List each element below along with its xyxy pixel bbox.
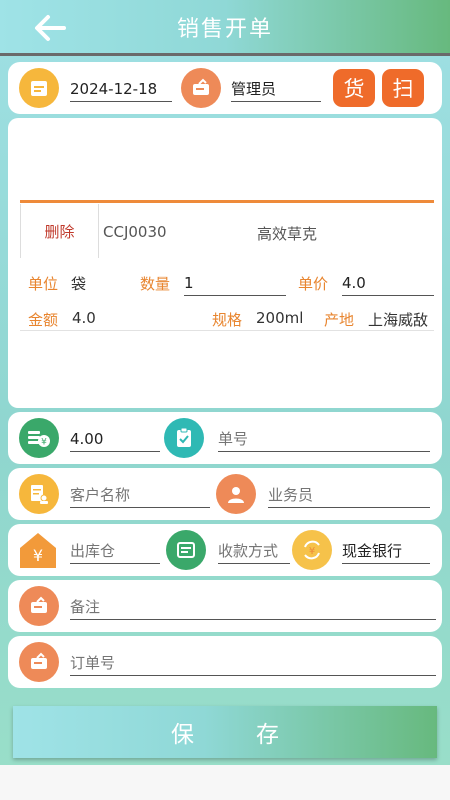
bottom-spacer bbox=[0, 765, 450, 800]
remark-icon bbox=[19, 586, 59, 626]
calendar-icon bbox=[19, 68, 59, 108]
spec-label: 规格 bbox=[212, 311, 243, 329]
unit-label: 单位 bbox=[28, 275, 59, 293]
warehouse-icon: ¥ bbox=[17, 530, 59, 570]
customer-icon bbox=[19, 474, 59, 514]
date-field[interactable]: 2024-12-18 bbox=[70, 76, 172, 102]
order-icon bbox=[19, 642, 59, 682]
svg-text:¥: ¥ bbox=[41, 438, 47, 448]
price-value: 4.0 bbox=[342, 274, 366, 292]
svg-text:¥: ¥ bbox=[309, 546, 315, 557]
spec-value: 200ml bbox=[256, 309, 304, 327]
salesman-input[interactable] bbox=[268, 482, 430, 508]
order-id-placeholder[interactable] bbox=[70, 654, 436, 672]
save-label: 保存 bbox=[171, 722, 341, 748]
salesman-icon bbox=[216, 474, 256, 514]
payment-method-icon bbox=[166, 530, 206, 570]
account-select[interactable]: 现金银行 bbox=[342, 538, 430, 564]
amount-value: 4.0 bbox=[72, 309, 96, 327]
quantity-input[interactable]: 1 bbox=[184, 270, 286, 296]
origin-value: 上海威敌 bbox=[368, 311, 429, 329]
quantity-label: 数量 bbox=[140, 275, 171, 293]
order-id-input[interactable] bbox=[70, 650, 436, 676]
remark-input[interactable] bbox=[70, 594, 436, 620]
operator-icon bbox=[181, 68, 221, 108]
item-name: 高效草克 bbox=[257, 225, 318, 243]
account-exchange-icon: ¥ bbox=[292, 530, 332, 570]
list-divider bbox=[20, 200, 434, 203]
customer-name-input[interactable] bbox=[70, 482, 210, 508]
order-card bbox=[8, 636, 442, 688]
origin-label: 产地 bbox=[324, 311, 355, 329]
money-icon: ¥ bbox=[19, 418, 59, 458]
total-card: ¥ 4.00 bbox=[8, 412, 442, 464]
account-value: 现金银行 bbox=[342, 542, 403, 560]
customer-card bbox=[8, 468, 442, 520]
price-label: 单价 bbox=[298, 275, 329, 293]
operator-value: 管理员 bbox=[231, 80, 277, 98]
header-info-card: 2024-12-18 管理员 货 扫 bbox=[8, 62, 442, 114]
order-number-input[interactable] bbox=[218, 426, 430, 452]
operator-field[interactable]: 管理员 bbox=[231, 76, 321, 102]
warehouse-input[interactable] bbox=[70, 538, 160, 564]
delete-button[interactable]: 删除 bbox=[21, 204, 99, 258]
date-value: 2024-12-18 bbox=[70, 80, 158, 98]
item-code: CCJ0030 bbox=[103, 223, 167, 241]
price-input[interactable]: 4.0 bbox=[342, 270, 434, 296]
remark-card bbox=[8, 580, 442, 632]
svg-text:¥: ¥ bbox=[33, 546, 43, 565]
arrow-left-icon bbox=[35, 15, 66, 41]
unit-value: 袋 bbox=[71, 275, 87, 293]
save-button[interactable]: 保存 bbox=[13, 706, 437, 758]
scan-button[interactable]: 扫 bbox=[382, 69, 424, 107]
payment-method-input[interactable] bbox=[218, 538, 290, 564]
salesman-placeholder[interactable] bbox=[268, 486, 430, 504]
detail-row: 金额 4.0 规格 200ml 产地 上海威敌 bbox=[20, 307, 434, 331]
amount-label: 金额 bbox=[28, 311, 59, 329]
order-number-placeholder[interactable] bbox=[218, 430, 430, 448]
remark-placeholder[interactable] bbox=[70, 598, 436, 616]
customer-name-placeholder[interactable] bbox=[70, 486, 210, 504]
delete-label: 删除 bbox=[44, 222, 75, 241]
total-amount-value: 4.00 bbox=[70, 430, 104, 448]
goods-button[interactable]: 货 bbox=[333, 69, 375, 107]
total-amount-field[interactable]: 4.00 bbox=[70, 426, 160, 452]
warehouse-placeholder[interactable] bbox=[70, 542, 160, 560]
item-list-card: 删除 CCJ0030 高效草克 单位 袋 数量 1 单价 4.0 金额 4.0 … bbox=[8, 118, 442, 408]
app-header: 销售开单 bbox=[0, 0, 450, 56]
page-title: 销售开单 bbox=[176, 16, 273, 42]
payment-card: ¥ ¥ 现金银行 bbox=[8, 524, 442, 576]
back-button[interactable] bbox=[30, 12, 70, 44]
payment-method-placeholder[interactable] bbox=[218, 542, 290, 560]
item-row: 删除 CCJ0030 高效草克 bbox=[20, 204, 434, 258]
quantity-value: 1 bbox=[184, 274, 194, 292]
clipboard-check-icon bbox=[164, 418, 204, 458]
